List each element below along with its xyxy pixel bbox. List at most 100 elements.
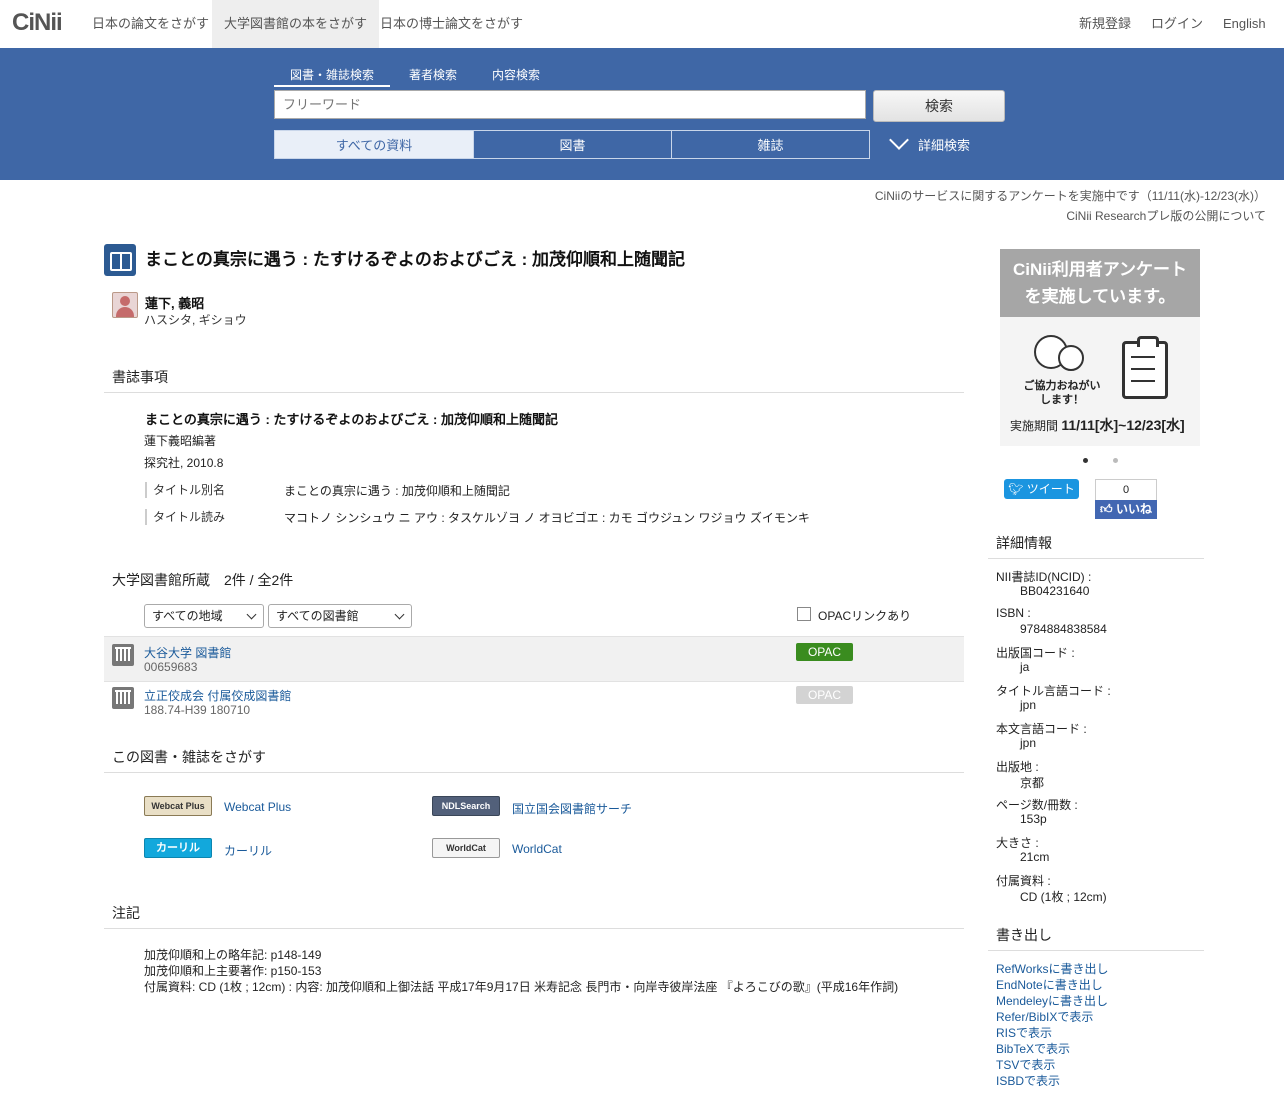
survey-banner[interactable]: CiNii利用者アンケート を実施しています。 ご協力おねがい します！ 実施期… — [1000, 249, 1200, 446]
login-link[interactable]: ログイン — [1151, 0, 1203, 48]
export-bibtex-link[interactable]: BibTeXで表示 — [996, 1040, 1070, 1057]
nav-tab-dissertations[interactable]: 日本の博士論文をさがす — [368, 0, 535, 48]
advanced-search-toggle[interactable]: 詳細検索 — [889, 130, 970, 154]
detail-key: 本文言語コード : — [996, 722, 1087, 736]
find-heading: この図書・雑誌をさがす — [112, 749, 266, 765]
export-endnote-link[interactable]: EndNoteに書き出し — [996, 976, 1103, 993]
bib-field-value: マコトノ シンシュウ ニ アウ : タスケルゾヨ ノ オヨビゴエ : カモ ゴウ… — [284, 511, 810, 525]
opac-button[interactable]: OPAC — [796, 643, 853, 661]
smiley-face-icon — [1058, 345, 1084, 371]
detail-value: 21cm — [1020, 850, 1050, 864]
ndl-search-link[interactable]: 国立国会図書館サーチ — [512, 800, 632, 817]
chevron-down-icon — [889, 130, 909, 150]
type-journals[interactable]: 雑誌 — [671, 130, 870, 159]
library-select-value: すべての図書館 — [276, 609, 359, 623]
opac-filter-checkbox[interactable] — [797, 607, 811, 621]
chevron-down-icon — [394, 609, 405, 620]
notes-heading: 注記 — [112, 905, 140, 921]
note-line: 付属資料: CD (1枚 ; 12cm) : 内容: 加茂仰順和上御法話 平成1… — [144, 980, 899, 994]
like-button[interactable]: 👍︎ いいね — [1095, 500, 1157, 519]
banner-period-dates: 11/11[水]~12/23[水] — [1061, 417, 1185, 433]
webcat-plus-logo[interactable]: Webcat Plus — [144, 796, 212, 816]
library-building-icon — [112, 687, 134, 709]
detail-key: 出版地 : — [996, 760, 1039, 774]
bib-heading: 書誌事項 — [112, 369, 168, 385]
checklist-line — [1131, 356, 1155, 358]
cinii-logo[interactable]: CiNii — [12, 9, 63, 37]
divider — [988, 558, 1204, 559]
export-refworks-link[interactable]: RefWorksに書き出し — [996, 960, 1108, 977]
type-all[interactable]: すべての資料 — [274, 130, 474, 159]
opac-button-disabled: OPAC — [796, 686, 853, 704]
library-row: 立正佼成会 付属佼成図書館 188.74-H39 180710 OPAC — [104, 680, 964, 724]
tweet-button[interactable]: 🐦︎ ツイート — [1004, 479, 1079, 499]
search-input[interactable] — [274, 90, 866, 119]
detail-value: ja — [1020, 660, 1030, 674]
book-icon — [104, 244, 136, 276]
detail-value: 京都 — [1020, 776, 1045, 790]
export-refer-link[interactable]: Refer/BibIXで表示 — [996, 1008, 1093, 1025]
type-books[interactable]: 図書 — [473, 130, 672, 159]
worldcat-logo[interactable]: WorldCat — [432, 838, 500, 858]
detail-key: タイトル言語コード : — [996, 684, 1111, 698]
like-label: いいね — [1115, 502, 1152, 516]
library-name-link[interactable]: 立正佼成会 付属佼成図書館 — [144, 687, 291, 704]
divider — [104, 772, 964, 773]
search-band: 図書・雑誌検索 著者検索 内容検索 検索 すべての資料 図書 雑誌 詳細検索 — [0, 48, 1284, 180]
carousel-dot[interactable] — [1113, 458, 1118, 463]
carousel-dot-active[interactable] — [1083, 458, 1088, 463]
book-title: まことの真宗に遇う : たすけるぞよのおよびごえ : 加茂仰順和上随聞記 — [145, 250, 686, 269]
detail-value: jpn — [1020, 698, 1037, 712]
search-tab-books[interactable]: 図書・雑誌検索 — [274, 66, 391, 87]
region-select[interactable]: すべての地域 — [144, 604, 264, 628]
divider — [104, 928, 964, 929]
detail-value: jpn — [1020, 736, 1037, 750]
detail-key: ページ数/冊数 : — [996, 798, 1078, 812]
export-isbd-link[interactable]: ISBDで表示 — [996, 1072, 1060, 1089]
chevron-down-icon — [246, 609, 257, 620]
holdings-heading: 大学図書館所蔵 2件 / 全2件 — [112, 572, 294, 588]
search-tab-contents[interactable]: 内容検索 — [492, 66, 540, 83]
author-avatar-icon — [112, 292, 138, 318]
library-select[interactable]: すべての図書館 — [268, 604, 412, 628]
bib-responsibility: 蓮下義昭編著 — [144, 434, 217, 448]
banner-sub-line: ご協力おねがい — [1023, 380, 1101, 392]
detail-value: BB04231640 — [1020, 584, 1090, 598]
banner-subtitle: ご協力おねがい します！ — [1012, 379, 1112, 407]
search-tab-authors[interactable]: 著者検索 — [409, 66, 457, 83]
library-name-link[interactable]: 大谷大学 図書館 — [144, 644, 231, 661]
author-name-link[interactable]: 蓮下, 義昭 — [145, 293, 204, 312]
detail-key: ISBN : — [996, 606, 1031, 620]
banner-period: 実施期間 11/11[水]~12/23[水] — [1010, 415, 1185, 435]
bib-field-value: まことの真宗に遇う : 加茂仰順和上随聞記 — [284, 484, 510, 498]
export-mendeley-link[interactable]: Mendeleyに書き出し — [996, 992, 1108, 1009]
worldcat-link[interactable]: WorldCat — [512, 842, 562, 856]
top-nav: CiNii 日本の論文をさがす 大学図書館の本をさがす 日本の博士論文をさがす … — [0, 0, 1284, 49]
nav-tab-articles[interactable]: 日本の論文をさがす — [80, 0, 221, 48]
export-heading: 書き出し — [996, 927, 1052, 943]
library-row: 大谷大学 図書館 00659683 OPAC — [104, 636, 964, 682]
bib-title: まことの真宗に遇う : たすけるぞよのおよびごえ : 加茂仰順和上随聞記 — [145, 412, 558, 427]
library-call-number: 188.74-H39 180710 — [144, 703, 251, 717]
export-tsv-link[interactable]: TSVで表示 — [996, 1056, 1055, 1073]
detail-key: 付属資料 : — [996, 874, 1051, 888]
calil-logo[interactable]: カーリル — [144, 838, 212, 858]
like-count: 0 — [1095, 479, 1157, 500]
survey-notice-link[interactable]: CiNiiのサービスに関するアンケートを実施中です（11/11(水)-12/23… — [875, 187, 1266, 204]
opac-filter-label: OPACリンクあり — [818, 609, 912, 623]
calil-link[interactable]: カーリル — [224, 842, 272, 859]
divider — [988, 950, 1204, 951]
register-link[interactable]: 新規登録 — [1079, 0, 1131, 48]
search-button[interactable]: 検索 — [873, 90, 1005, 122]
banner-title-line: CiNii利用者アンケート — [1012, 260, 1188, 279]
ndl-search-logo[interactable]: NDLSearch — [432, 796, 500, 816]
english-link[interactable]: English — [1223, 0, 1266, 48]
library-building-icon — [112, 644, 134, 666]
divider — [104, 392, 964, 393]
nav-tab-books[interactable]: 大学図書館の本をさがす — [212, 0, 380, 48]
export-ris-link[interactable]: RISで表示 — [996, 1024, 1052, 1041]
webcat-plus-link[interactable]: Webcat Plus — [224, 800, 291, 814]
research-notice-link[interactable]: CiNii Researchプレ版の公開について — [1066, 207, 1266, 224]
checklist-line — [1131, 368, 1155, 370]
checklist-line — [1131, 380, 1155, 382]
